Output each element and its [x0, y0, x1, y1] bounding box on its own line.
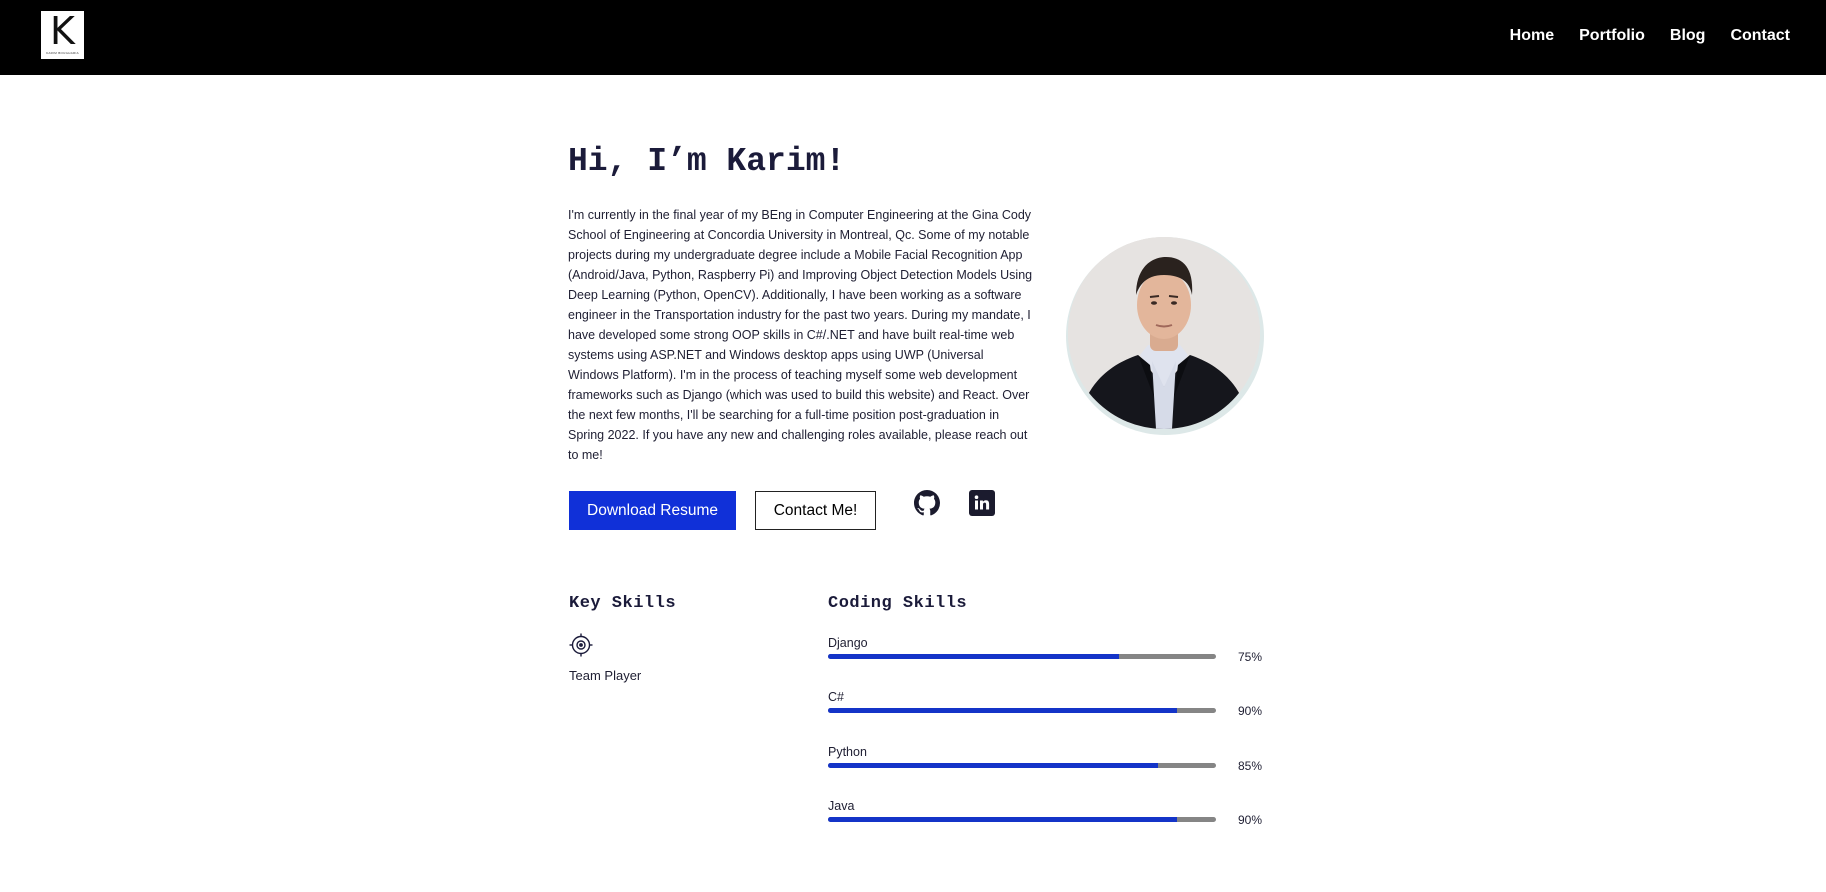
skill-percent: 90%: [1237, 704, 1262, 718]
skill-bar-fill: [828, 763, 1158, 768]
key-skills-title: Key Skills: [569, 594, 677, 613]
hero-title: Hi, I’m Karim!: [568, 143, 846, 180]
skill-java: Java 90%: [828, 798, 1262, 838]
skill-percent: 90%: [1237, 813, 1262, 827]
skill-percent: 75%: [1237, 650, 1262, 664]
skill-bar-track: [828, 654, 1216, 659]
skill-bar-track: [828, 763, 1216, 768]
skill-name: Java: [828, 799, 855, 813]
site-logo[interactable]: K KARIM BOUGHARIA: [41, 11, 84, 59]
skill-bar-fill: [828, 708, 1178, 713]
nav-home[interactable]: Home: [1510, 27, 1554, 45]
github-icon[interactable]: [914, 490, 940, 516]
skill-name: Python: [828, 745, 867, 759]
skill-csharp: C# 90%: [828, 689, 1262, 729]
main-nav: Home Portfolio Blog Contact: [1510, 0, 1790, 72]
skill-name: C#: [828, 690, 844, 704]
skill-bar-track: [828, 708, 1216, 713]
contact-me-button[interactable]: Contact Me!: [755, 491, 876, 530]
skill-percent: 85%: [1237, 759, 1262, 773]
profile-photo-image: [1068, 237, 1260, 429]
coding-skills-title: Coding Skills: [828, 594, 968, 613]
bio-text: I'm currently in the final year of my BE…: [568, 208, 1033, 462]
target-icon: [569, 633, 593, 657]
site-header: K KARIM BOUGHARIA Home Portfolio Blog Co…: [0, 0, 1826, 75]
profile-photo: [1066, 237, 1264, 435]
skill-bar-fill: [828, 817, 1178, 822]
logo-subtitle: KARIM BOUGHARIA: [46, 51, 79, 55]
skill-bar-track: [828, 817, 1216, 822]
key-skill-label: Team Player: [569, 668, 642, 683]
nav-contact[interactable]: Contact: [1730, 27, 1790, 45]
download-resume-button[interactable]: Download Resume: [569, 491, 736, 530]
skill-bar-fill: [828, 654, 1119, 659]
skill-name: Django: [828, 636, 868, 650]
skill-python: Python 85%: [828, 744, 1262, 784]
nav-blog[interactable]: Blog: [1670, 27, 1706, 45]
nav-portfolio[interactable]: Portfolio: [1579, 27, 1645, 45]
skill-django: Django 75%: [828, 635, 1262, 675]
linkedin-icon[interactable]: [969, 490, 995, 516]
logo-letter: K: [50, 9, 75, 53]
